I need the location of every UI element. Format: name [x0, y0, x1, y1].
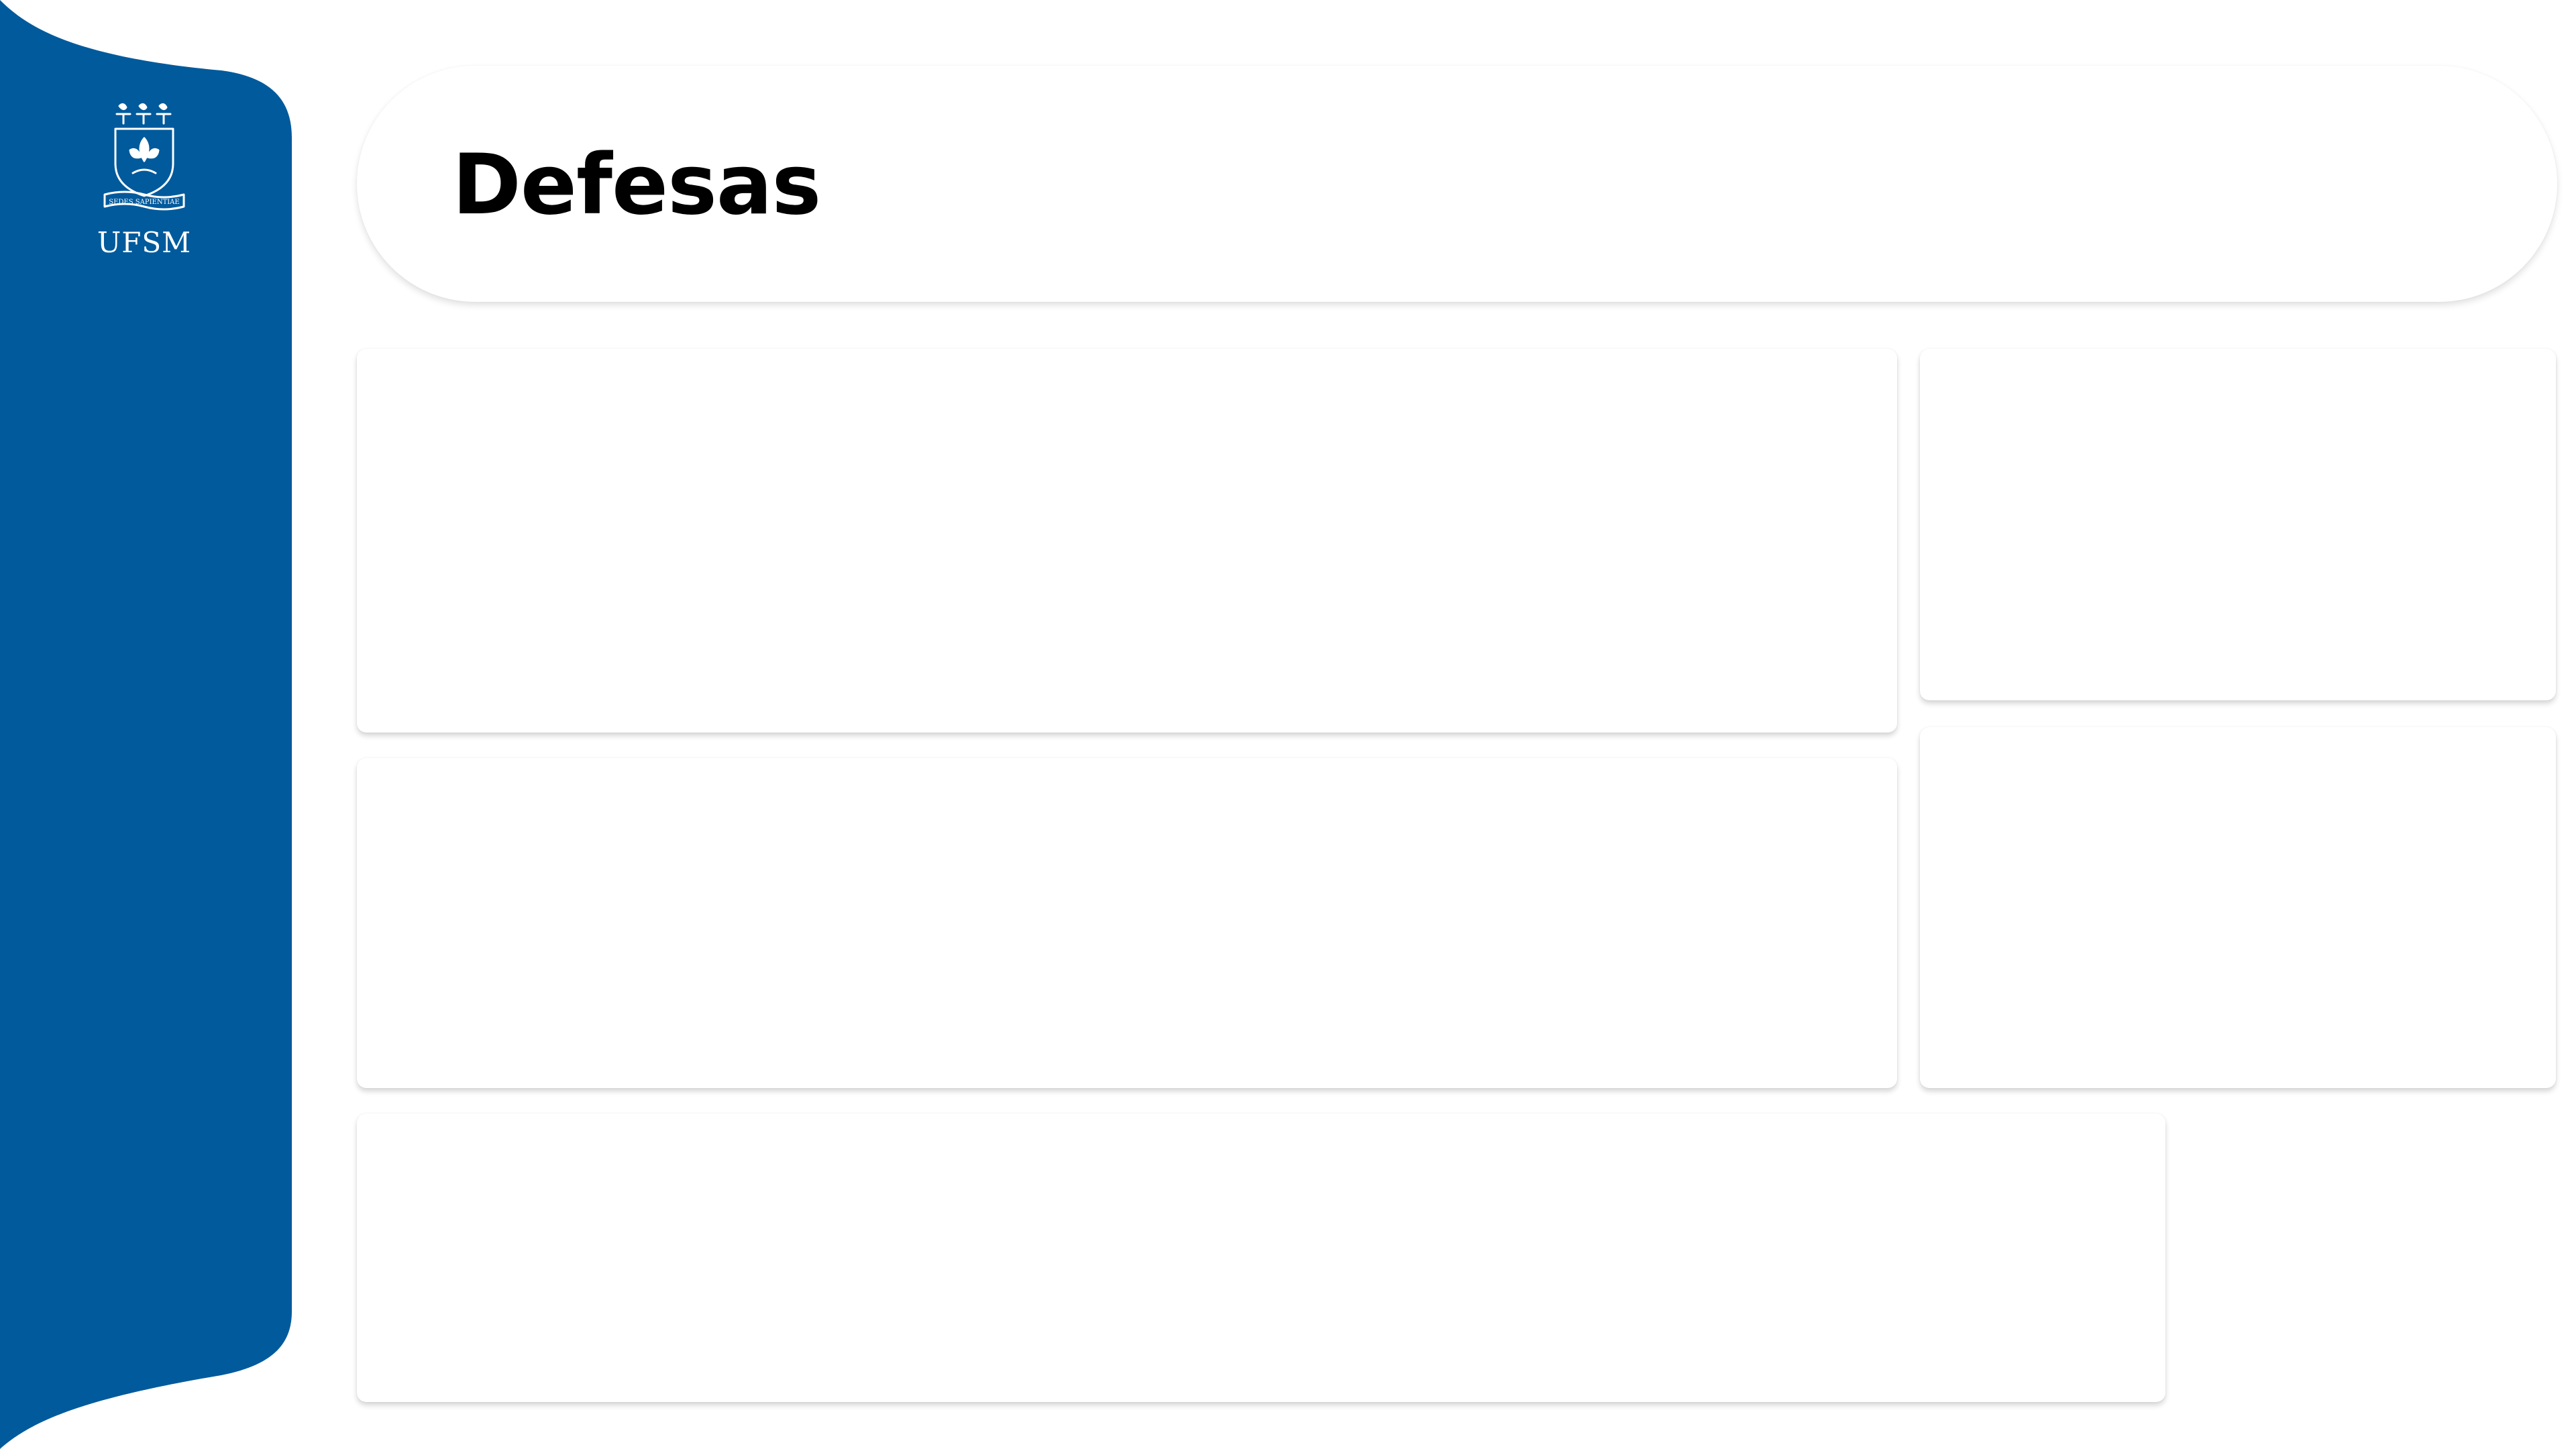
brand-name: UFSM	[97, 226, 192, 259]
sidebar: SEDES SAPIENTIAE UFSM	[0, 0, 295, 1449]
page-title: Defesas	[452, 137, 821, 233]
page: SEDES SAPIENTIAE UFSM Defesas	[0, 0, 2576, 1449]
content-card	[357, 1114, 2165, 1402]
content-card	[357, 758, 1897, 1088]
page-header: Defesas	[357, 66, 2557, 302]
crest-motto: SEDES SAPIENTIAE	[109, 199, 179, 206]
content-card	[1920, 349, 2556, 700]
content-card	[1920, 727, 2556, 1088]
content-card	[357, 349, 1897, 733]
ufsm-crest-icon: SEDES SAPIENTIAE	[103, 103, 185, 211]
ufsm-logo[interactable]: SEDES SAPIENTIAE UFSM	[94, 101, 195, 262]
